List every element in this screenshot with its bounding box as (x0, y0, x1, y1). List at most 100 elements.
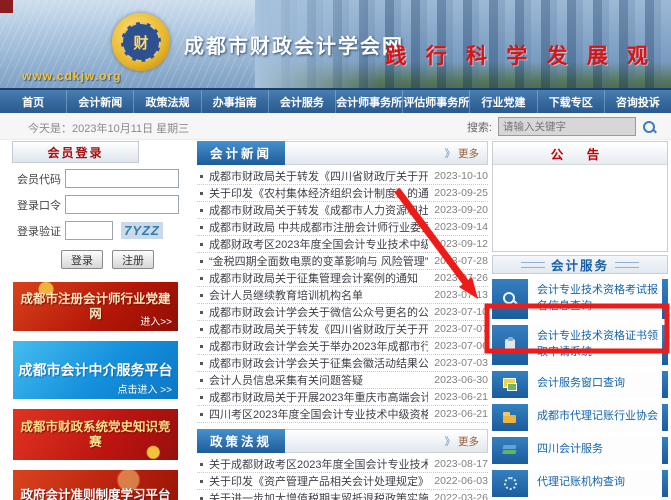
service-item[interactable]: 四川会计服务 (492, 437, 668, 464)
login-button[interactable]: 登录 (61, 250, 103, 269)
logo-emblem: 财 (121, 22, 161, 62)
nav-link[interactable]: 会计师事务所 (336, 94, 402, 110)
news-link[interactable]: 四川考区2023年度全国会计专业技术中级资格考试... (209, 406, 428, 422)
banner-enter-link[interactable]: 进入>> (140, 313, 172, 328)
service-link[interactable]: 会计服务窗口查询 (528, 371, 662, 398)
bullet-icon (200, 328, 203, 331)
news-link[interactable]: 成都财政考区2023年度全国会计专业技术中级资格... (209, 236, 428, 252)
promo-banner[interactable]: 成都市财政系统党史知识竞赛 (13, 409, 178, 460)
bullet-icon (200, 497, 203, 500)
news-link[interactable]: 关于印发《农村集体经济组织会计制度》的通知 (209, 185, 428, 201)
member-code-field[interactable] (65, 169, 179, 188)
banner-stack: 成都市注册会计师行业党建网 进入>> 成都市会计中介服务平台 点击进入 >> 成… (13, 282, 178, 500)
service-item[interactable]: 会计服务窗口查询 (492, 371, 668, 398)
news-link[interactable]: 成都市财政会计学会关于征集会徽活动结果公告 (209, 355, 428, 371)
service-edge-bar (662, 371, 668, 398)
service-link[interactable]: 四川会计服务 (528, 437, 662, 464)
nav-link[interactable]: 评估师事务所 (403, 94, 469, 110)
news-link[interactable]: “金税四期全面数电票的变革影响与 风险管理”会员... (209, 253, 428, 269)
promo-banner[interactable]: 成都市注册会计师行业党建网 进入>> (13, 282, 178, 331)
news-link[interactable]: 成都市财政局关于开展2023年重庆市高端会计人才... (209, 389, 428, 405)
captcha-field[interactable] (65, 221, 113, 240)
service-link[interactable]: 代理记账机构查询 (528, 470, 662, 497)
services-title: 会计服务 (551, 255, 609, 274)
service-link[interactable]: 会计专业技术资格考试报名信息查询 (528, 279, 662, 319)
register-button[interactable]: 注册 (112, 250, 154, 269)
service-icon-rail (492, 325, 528, 365)
service-item[interactable]: 会计专业技术资格考试报名信息查询 (492, 279, 668, 319)
notice-box: 公 告 (492, 141, 668, 252)
news-date: 2023-06-30 (434, 374, 488, 386)
policy-link[interactable]: 关于印发《资产管理产品相关会计处理规定》的通知 (209, 473, 428, 489)
more-arrows-icon: 》 (445, 148, 456, 160)
corner-decoration (0, 0, 13, 13)
news-date: 2023-09-20 (434, 204, 488, 216)
news-link[interactable]: 成都市财政局关于转发《四川省财政厅关于开展202... (209, 321, 428, 337)
service-link[interactable]: 会计专业技术资格证书领取申请系统 (528, 325, 662, 365)
bullet-icon (200, 226, 203, 229)
nav-item[interactable]: 下载专区 (538, 90, 605, 113)
news-item: 成都市财政会计学会关于举办2023年成都市行政事... 2023-07-06 (197, 338, 488, 355)
news-link[interactable]: 成都市财政会计学会关于微信公众号更名的公告 (209, 304, 428, 320)
nav-link[interactable]: 办事指南 (213, 94, 257, 110)
banner-enter-link[interactable]: 点击进入 >> (118, 381, 172, 396)
nav-item[interactable]: 会计新闻 (67, 90, 134, 113)
nav-item[interactable]: 行业党建 (470, 90, 537, 113)
news-item: 成都市财政局关于征集管理会计案例的通知 2023-07-26 (197, 270, 488, 287)
bullet-icon (200, 294, 203, 297)
nav-link[interactable]: 行业党建 (482, 94, 526, 110)
service-item[interactable]: 成都市代理记账行业协会 (492, 404, 668, 431)
policy-more-link[interactable]: 》 更多 (445, 434, 487, 449)
nav-link[interactable]: 政策法规 (146, 94, 190, 110)
news-date: 2023-09-25 (434, 187, 488, 199)
nav-link[interactable]: 咨询投诉 (616, 94, 660, 110)
promo-banner[interactable]: 成都市会计中介服务平台 点击进入 >> (13, 341, 178, 399)
member-code-label: 会员代码 (17, 171, 65, 187)
nav-item[interactable]: 评估师事务所 (403, 90, 470, 113)
news-date: 2023-09-14 (434, 221, 488, 233)
news-more-link[interactable]: 》 更多 (445, 146, 487, 161)
news-item: 成都市财政局 中共成都市注册会计师行业委员会关... 2023-09-14 (197, 219, 488, 236)
tab-accounting-news[interactable]: 会计新闻 (197, 141, 285, 165)
news-link[interactable]: 会计人员信息采集有关问题答疑 (209, 372, 428, 388)
nav-link[interactable]: 首页 (22, 94, 44, 110)
nav-item[interactable]: 办事指南 (202, 90, 269, 113)
notice-body-empty (493, 165, 667, 251)
password-field[interactable] (65, 195, 179, 214)
search-input[interactable] (498, 117, 636, 136)
policy-item: 关于进一步加大增值税期末留抵退税政策实施力度的公... 2022-03-26 (197, 490, 488, 500)
news-item: “金税四期全面数电票的变革影响与 风险管理”会员... 2023-07-28 (197, 253, 488, 270)
nav-item[interactable]: 咨询投诉 (605, 90, 671, 113)
promo-banner[interactable]: 政府会计准则制度学习平台 (13, 470, 178, 500)
password-label: 登录口令 (17, 197, 65, 213)
nav-link[interactable]: 会计服务 (280, 94, 324, 110)
service-item[interactable]: 代理记账机构查询 (492, 470, 668, 497)
news-link[interactable]: 成都市财政局关于转发《成都市人力资源和社会保障... (209, 202, 428, 218)
site-url: www.cdkjw.org (22, 69, 121, 83)
notice-title: 公 告 (493, 142, 667, 165)
tab-policy-regulations[interactable]: 政策法规 (197, 429, 285, 453)
nav-item[interactable]: 首页 (0, 90, 67, 113)
captcha-image[interactable]: 7YZZ (121, 222, 163, 239)
news-item: 成都市财政局关于转发《四川省财政厅关于开展202... 2023-07-07 (197, 321, 488, 338)
search-magnifier-icon[interactable] (641, 119, 657, 135)
service-item[interactable]: 会计专业技术资格证书领取申请系统 (492, 325, 668, 365)
nav-link[interactable]: 下载专区 (549, 94, 593, 110)
service-icon (502, 291, 518, 307)
news-link[interactable]: 成都市财政会计学会关于举办2023年成都市行政事... (209, 338, 428, 354)
slogan-banner: 践 行 科 学 发 展 观 (386, 40, 656, 70)
nav-link[interactable]: 会计新闻 (78, 94, 122, 110)
service-icon (502, 409, 518, 425)
news-date: 2023-06-21 (434, 408, 488, 420)
news-link[interactable]: 会计人员继续教育培训机构名单 (209, 287, 428, 303)
service-link[interactable]: 成都市代理记账行业协会 (528, 404, 662, 431)
nav-item[interactable]: 会计师事务所 (336, 90, 403, 113)
nav-item[interactable]: 会计服务 (269, 90, 336, 113)
policy-link[interactable]: 关于成都财政考区2023年度全国会计专业技术中级... (209, 456, 428, 472)
news-link[interactable]: 成都市财政局关于征集管理会计案例的通知 (209, 270, 428, 286)
policy-link[interactable]: 关于进一步加大增值税期末留抵退税政策实施力度的公... (209, 490, 428, 500)
nav-item[interactable]: 政策法规 (134, 90, 201, 113)
news-link[interactable]: 成都市财政局 中共成都市注册会计师行业委员会关... (209, 219, 428, 235)
search-label: 搜索: (467, 119, 492, 135)
news-link[interactable]: 成都市财政局关于转发《四川省财政厅关于开展202... (209, 168, 428, 184)
